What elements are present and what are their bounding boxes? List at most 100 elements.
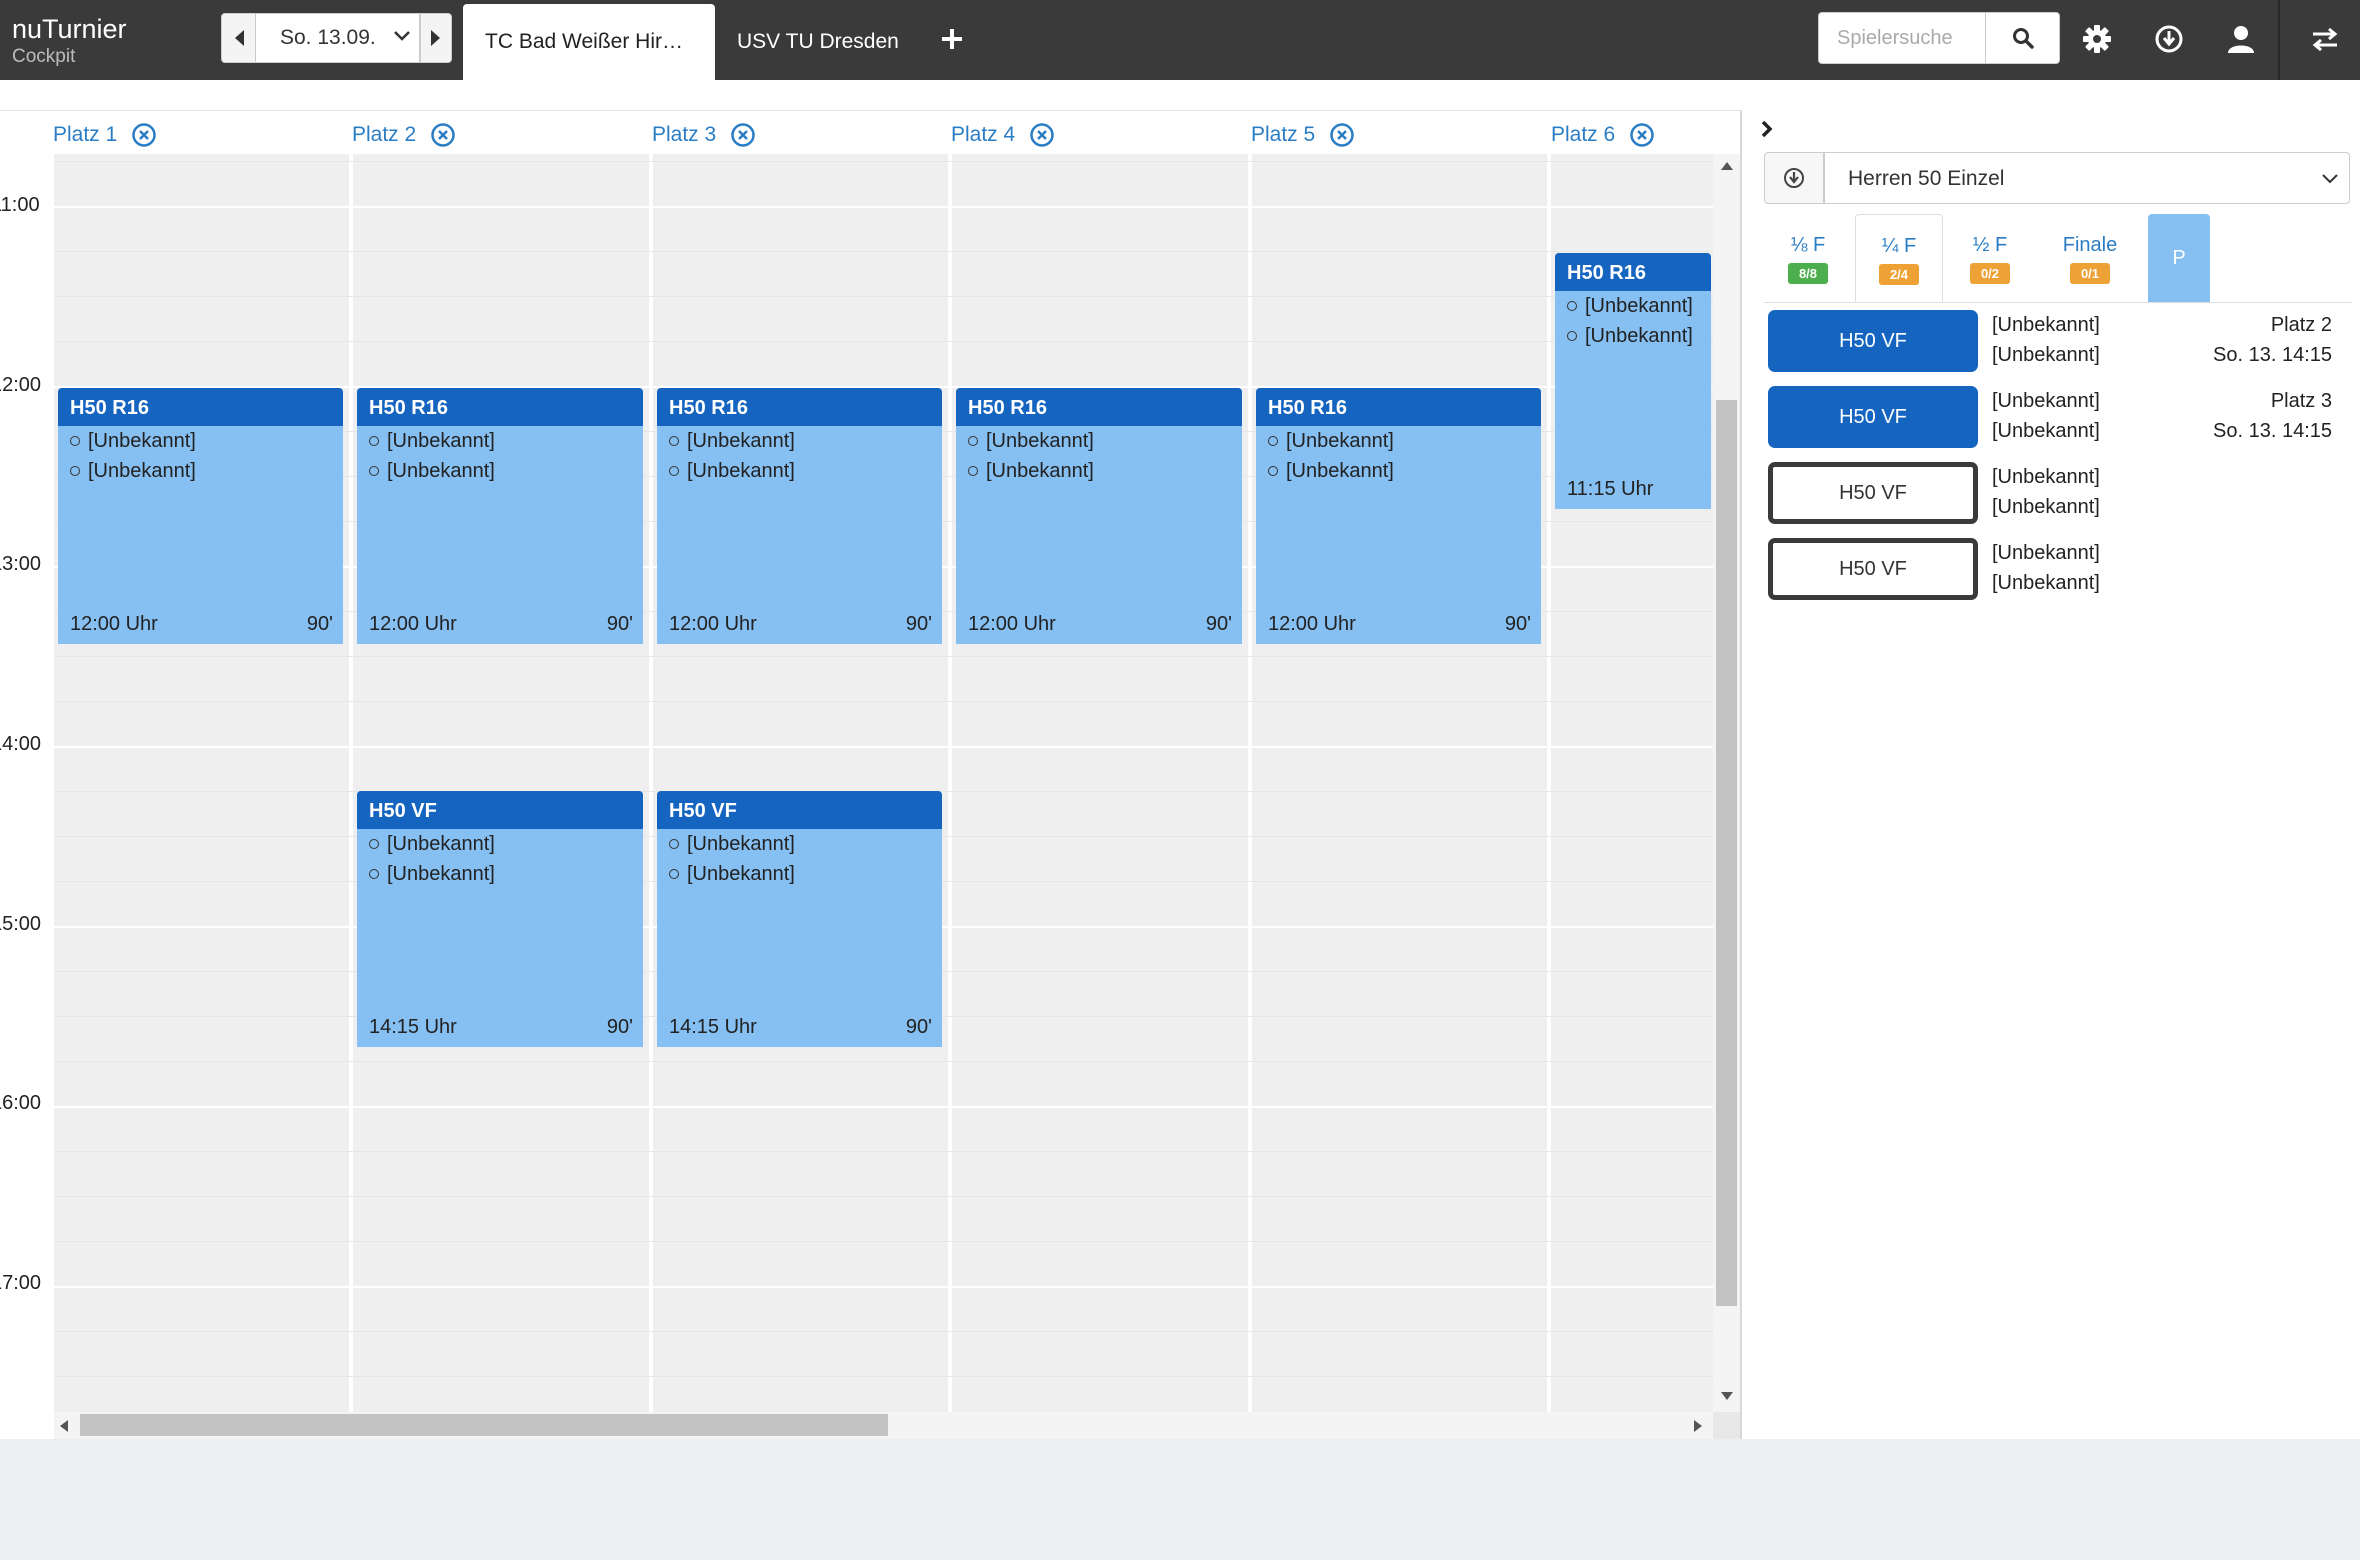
grid-line (54, 1286, 1714, 1288)
grid-line (54, 1376, 1714, 1377)
transfer-button[interactable] (2300, 14, 2350, 64)
match-title: H50 R16 (58, 387, 343, 426)
match-duration: 90' (905, 612, 932, 635)
tab-p[interactable]: P (2148, 214, 2210, 302)
scheduled-match-button[interactable]: H50 VF (1768, 386, 1978, 448)
match-time: 14:15 Uhr (669, 1016, 757, 1039)
match-card[interactable]: H50 R16 [Unbekannt] [Unbekannt] 11:15 Uhr (1555, 252, 1711, 509)
match-card[interactable]: H50 R16 [Unbekannt] [Unbekannt] 12:00 Uhr 90… (1256, 387, 1541, 644)
match-card[interactable]: H50 R16 [Unbekannt] [Unbekannt] 12:00 Uhr 90… (58, 387, 343, 644)
court-name: Platz 6 (1551, 123, 1616, 146)
plus-icon (942, 29, 962, 49)
match-card[interactable]: H50 VF [Unbekannt] [Unbekannt] 14:15 Uhr 90' (357, 791, 643, 1048)
player-name: [Unbekannt] (986, 459, 1094, 482)
player-name: [Unbekannt] (88, 459, 196, 482)
horizontal-scrollbar[interactable] (54, 1412, 1714, 1439)
bullet-icon (369, 435, 379, 446)
grid-line (54, 251, 1714, 252)
match-card[interactable]: H50 VF [Unbekannt] [Unbekannt] 14:15 Uhr 90' (657, 791, 942, 1048)
match-footer: 12:00 Uhr 90' (369, 613, 633, 636)
player-search-input[interactable] (1818, 12, 1986, 64)
collapse-panel-button[interactable] (1752, 114, 1782, 144)
match-player: [Unbekannt] (657, 456, 942, 486)
grid-line (54, 206, 1714, 208)
court-header-3: Platz 3 (652, 122, 756, 148)
search-button[interactable] (1986, 12, 2060, 64)
player-name: [Unbekannt] (687, 429, 795, 452)
player-name: [Unbekannt] (1286, 459, 1394, 482)
bullet-icon (1268, 435, 1278, 446)
unscheduled-match-button[interactable]: H50 VF (1768, 462, 1978, 524)
match-time: 14:15 Uhr (369, 1016, 457, 1039)
horizontal-scroll-thumb[interactable] (80, 1414, 888, 1436)
caret-left-icon (234, 30, 244, 46)
match-player: [Unbekannt] (956, 456, 1242, 486)
match-players: [Unbekannt] [Unbekannt] (1992, 462, 2100, 522)
tab-round-4[interactable]: Finale 0/1 (2046, 214, 2134, 302)
time-label: 15:00 (0, 913, 42, 935)
player-name: [Unbekannt] (1992, 420, 2100, 442)
match-duration: 90' (1205, 612, 1232, 635)
player-name: [Unbekannt] (387, 429, 495, 452)
vertical-scrollbar[interactable] (1713, 154, 1740, 1412)
add-tab-button[interactable] (930, 14, 974, 64)
court-column-2 (353, 154, 649, 1412)
match-card[interactable]: H50 R16 [Unbekannt] [Unbekannt] 12:00 Uhr 90… (357, 387, 643, 644)
unscheduled-match-button[interactable]: H50 VF (1768, 538, 1978, 600)
match-court: Platz 2 (2270, 314, 2332, 336)
court-header-1: Platz 1 (53, 122, 157, 148)
scroll-up-icon (1721, 162, 1733, 170)
close-circle-icon[interactable] (1029, 122, 1055, 148)
tab-tournament-2[interactable]: USV TU Dresden (715, 4, 915, 80)
bullet-icon (968, 465, 978, 476)
match-card[interactable]: H50 R16 [Unbekannt] [Unbekannt] 12:00 Uhr 90… (657, 387, 942, 644)
scheduled-match-button[interactable]: H50 VF (1768, 310, 1978, 372)
court-header-row (0, 110, 1740, 154)
tab-round-3[interactable]: ½ F 0/2 (1946, 214, 2034, 302)
date-select[interactable]: So. 13.09. (255, 13, 420, 63)
chevron-down-icon (2322, 174, 2338, 184)
player-name: [Unbekannt] (387, 863, 495, 886)
tab-round-2[interactable]: ¼ F 2/4 (1855, 214, 1943, 302)
match-time: 11:15 Uhr (1567, 477, 1654, 500)
match-player: [Unbekannt] (357, 859, 643, 889)
vertical-scroll-thumb[interactable] (1716, 400, 1737, 1306)
match-time: 12:00 Uhr (1268, 612, 1356, 635)
match-player: [Unbekannt] (956, 426, 1242, 456)
bullet-icon (1567, 330, 1577, 341)
download-button[interactable] (2144, 14, 2194, 64)
court-name: Platz 1 (53, 123, 118, 146)
page-footer (0, 1439, 2360, 1560)
match-players: [Unbekannt] [Unbekannt] (1992, 538, 2100, 598)
match-player: [Unbekannt] (357, 829, 643, 859)
match-title: H50 VF (657, 791, 942, 830)
scroll-left-icon (60, 1420, 68, 1432)
match-footer: 11:15 Uhr (1567, 478, 1701, 501)
tab-tournament-1[interactable]: TC Bad Weißer Hir… (463, 4, 715, 80)
round-progress-badge: 8/8 (1788, 263, 1828, 284)
close-circle-icon[interactable] (430, 122, 456, 148)
close-circle-icon[interactable] (730, 122, 756, 148)
user-button[interactable] (2216, 14, 2266, 64)
close-circle-icon[interactable] (131, 122, 157, 148)
player-name: [Unbekannt] (387, 833, 495, 856)
competition-select[interactable]: Herren 50 Einzel (1824, 152, 2350, 204)
match-card[interactable]: H50 R16 [Unbekannt] [Unbekannt] 12:00 Uhr 90… (956, 387, 1242, 644)
settings-button[interactable] (2072, 14, 2122, 64)
search-icon (2012, 28, 2034, 49)
tab-round-1[interactable]: ⅛ F 8/8 (1764, 214, 1852, 302)
grid-line (54, 701, 1714, 702)
match-player: [Unbekannt] (357, 426, 643, 456)
next-date-button[interactable] (420, 13, 452, 63)
grid-line (54, 1241, 1714, 1242)
court-name: Platz 2 (352, 123, 417, 146)
court-column-3 (653, 154, 948, 1412)
court-column-4 (952, 154, 1248, 1412)
close-circle-icon[interactable] (1329, 122, 1355, 148)
match-duration: 90' (306, 612, 333, 635)
match-title: H50 R16 (956, 387, 1242, 426)
match-player: [Unbekannt] (58, 456, 343, 486)
close-circle-icon[interactable] (1629, 122, 1655, 148)
prev-date-button[interactable] (221, 13, 255, 63)
competition-download-button[interactable] (1764, 152, 1824, 204)
